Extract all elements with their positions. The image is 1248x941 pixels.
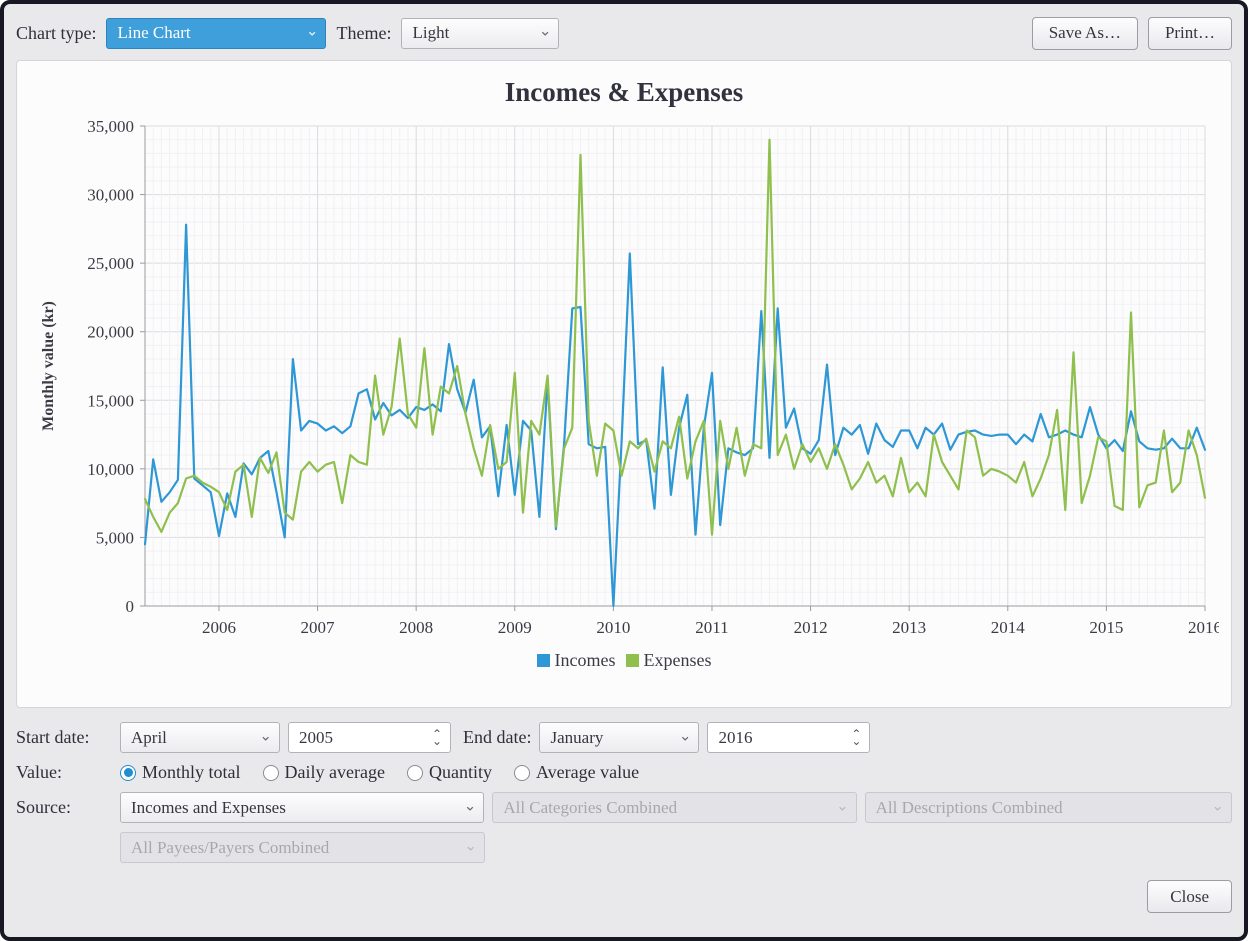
theme-label: Theme: [336,23,391,44]
payee-row: All Payees/Payers Combined ⌄ [16,832,1232,863]
description-select: All Descriptions Combined ⌄ [865,792,1232,823]
svg-text:2011: 2011 [695,618,728,637]
source-label: Source: [16,797,112,818]
legend-label: Incomes [555,650,616,671]
legend-label: Expenses [644,650,712,671]
svg-text:10,000: 10,000 [87,460,134,479]
radio-label: Monthly total [142,762,241,783]
incomes-swatch-icon [537,654,550,667]
spinner-arrows[interactable]: ⌃⌄ [851,731,861,745]
chevron-down-icon: ⌄ [679,729,692,744]
svg-text:2010: 2010 [596,618,630,637]
radio-icon [514,765,530,781]
svg-text:25,000: 25,000 [87,254,134,273]
chart-type-label: Chart type: [16,23,96,44]
svg-text:2013: 2013 [892,618,926,637]
svg-text:0: 0 [126,597,135,616]
svg-text:2007: 2007 [301,618,336,637]
start-month-value: April [131,728,167,748]
theme-select[interactable]: Light ⌄ [401,18,559,49]
start-month-select[interactable]: April ⌄ [120,722,280,753]
chevron-down-icon: ⌄ [464,799,477,814]
chevron-down-icon: ⌄ [836,799,849,814]
legend-item-expenses: Expenses [626,650,712,671]
description-value: All Descriptions Combined [876,798,1063,818]
chart-legend: Incomes Expenses [537,650,712,671]
payee-value: All Payees/Payers Combined [131,838,329,858]
radio-quantity[interactable]: Quantity [407,762,492,783]
legend-item-incomes: Incomes [537,650,616,671]
chart-svg: 0 5,000 10,000 15,000 20,000 25,000 30,000 35,0… [29,110,1219,648]
radio-label: Average value [536,762,639,783]
radio-average-value[interactable]: Average value [514,762,639,783]
start-date-label: Start date: [16,727,112,748]
chart-dialog-window: Chart type: Line Chart ⌄ Theme: Light ⌄ … [0,0,1248,941]
svg-text:2016: 2016 [1188,618,1219,637]
chevron-down-icon: ⌄ [539,24,552,39]
svg-text:2009: 2009 [498,618,532,637]
payee-select: All Payees/Payers Combined ⌄ [120,832,485,863]
value-row: Value: Monthly total Daily average Quant… [16,762,1232,783]
close-row: Close [16,880,1232,913]
end-year-value: 2016 [718,728,752,748]
spinner-arrows[interactable]: ⌃⌄ [432,731,442,745]
theme-value: Light [412,23,449,43]
chart-type-value: Line Chart [117,23,190,43]
start-year-value: 2005 [299,728,333,748]
end-date-label: End date: [463,727,531,748]
radio-icon [407,765,423,781]
chevron-down-icon: ⌄ [1211,799,1224,814]
chevron-down-icon: ⌄ [306,24,319,39]
svg-text:2006: 2006 [202,618,236,637]
svg-text:2014: 2014 [991,618,1026,637]
svg-text:Monthly value (kr): Monthly value (kr) [40,301,57,431]
controls-section: Start date: April ⌄ 2005 ⌃⌄ End date: Ja… [16,722,1232,913]
end-year-spinner[interactable]: 2016 ⌃⌄ [707,722,870,753]
close-button[interactable]: Close [1147,880,1232,913]
chart-area: 0 5,000 10,000 15,000 20,000 25,000 30,000 35,0… [29,110,1219,648]
category-select: All Categories Combined ⌄ [492,792,856,823]
date-range-row: Start date: April ⌄ 2005 ⌃⌄ End date: Ja… [16,722,1232,753]
svg-text:35,000: 35,000 [87,117,134,136]
expenses-swatch-icon [626,654,639,667]
radio-label: Daily average [285,762,385,783]
chart-panel: Incomes & Expenses 0 5,000 10,000 15,000 20,… [16,60,1232,708]
svg-text:15,000: 15,000 [87,391,134,410]
radio-monthly-total[interactable]: Monthly total [120,762,241,783]
svg-text:20,000: 20,000 [87,323,134,342]
radio-daily-average[interactable]: Daily average [263,762,385,783]
svg-text:2012: 2012 [794,618,828,637]
start-year-spinner[interactable]: 2005 ⌃⌄ [288,722,451,753]
radio-icon [263,765,279,781]
source-value: Incomes and Expenses [131,798,286,818]
chevron-down-icon: ⌄ [464,839,477,854]
decrement-icon[interactable]: ⌄ [851,738,861,745]
radio-label: Quantity [429,762,492,783]
end-month-select[interactable]: January ⌄ [539,722,699,753]
svg-text:2015: 2015 [1089,618,1123,637]
radio-icon [120,765,136,781]
chevron-down-icon: ⌄ [259,729,272,744]
svg-text:5,000: 5,000 [96,528,134,547]
source-row: Source: Incomes and Expenses ⌄ All Categ… [16,792,1232,823]
svg-text:30,000: 30,000 [87,186,134,205]
end-month-value: January [550,728,603,748]
toolbar: Chart type: Line Chart ⌄ Theme: Light ⌄ … [16,14,1232,52]
decrement-icon[interactable]: ⌄ [432,738,442,745]
save-as-button[interactable]: Save As… [1032,17,1138,50]
chart-type-select[interactable]: Line Chart ⌄ [106,18,326,49]
category-value: All Categories Combined [503,798,677,818]
source-select[interactable]: Incomes and Expenses ⌄ [120,792,484,823]
print-button[interactable]: Print… [1148,17,1232,50]
chart-title: Incomes & Expenses [505,77,744,108]
svg-text:2008: 2008 [399,618,433,637]
value-label: Value: [16,762,112,783]
